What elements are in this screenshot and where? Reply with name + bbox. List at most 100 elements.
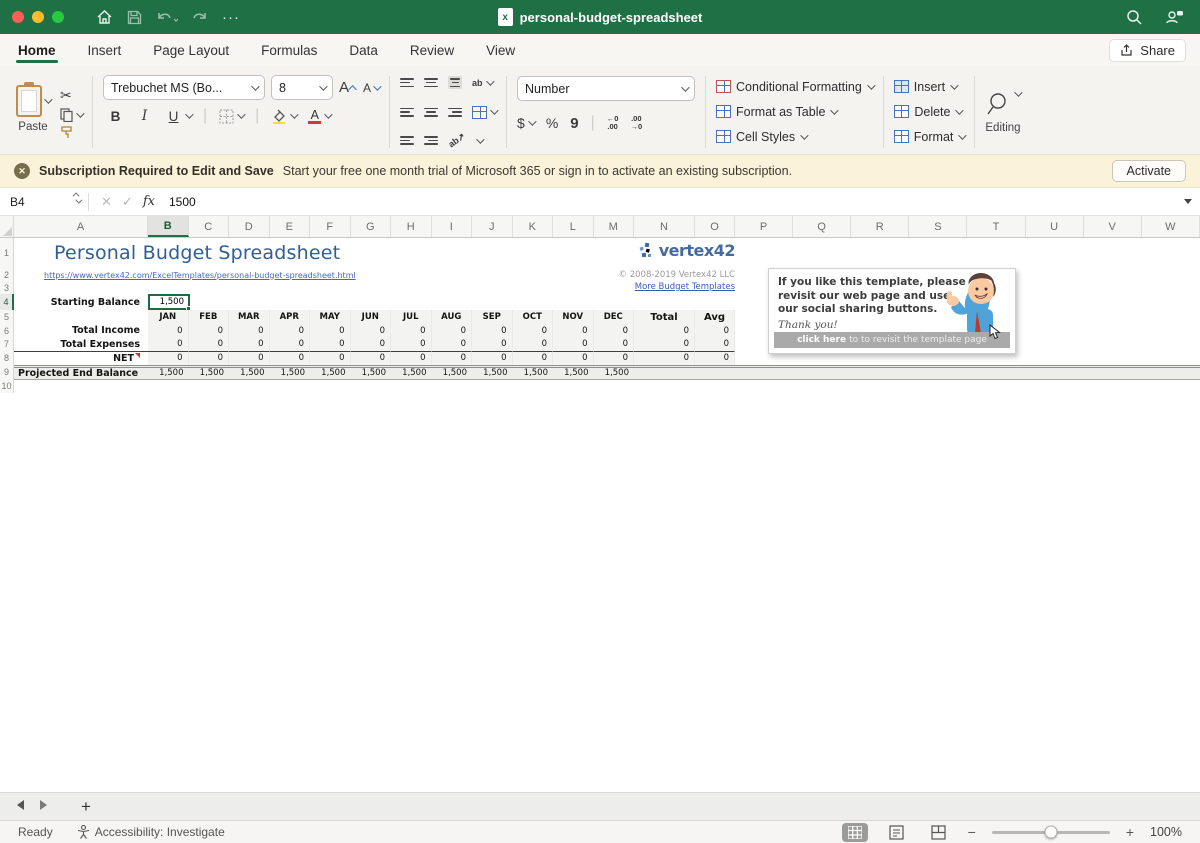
shrink-font-button[interactable]: A [363,75,379,100]
cell[interactable]: 0 [189,324,230,338]
zoom-in-button[interactable]: + [1126,824,1134,840]
cell[interactable]: 0 [189,351,230,365]
align-bottom-icon[interactable] [448,76,462,89]
vertex42-logo[interactable]: vertex42 [637,241,735,260]
home-icon[interactable] [96,9,113,25]
cell[interactable]: 0 [310,324,351,338]
tab-formulas[interactable]: Formulas [259,37,319,66]
conditional-formatting-button[interactable]: Conditional Formatting [716,76,873,97]
confirm-entry-icon[interactable]: ✓ [122,194,133,210]
formula-bar-expand-icon[interactable] [1184,199,1192,204]
cell[interactable]: 0 [270,324,311,338]
column-header[interactable]: E [270,216,311,237]
comma-format-button[interactable]: 9 [570,115,578,132]
cell[interactable]: 0 [513,351,554,365]
font-size-select[interactable]: 8 [271,75,333,100]
cell[interactable]: 1,500 [432,368,473,379]
column-header[interactable]: S [909,216,967,237]
cell[interactable]: 1,500 [229,368,270,379]
column-header[interactable]: K [513,216,554,237]
orientation-button[interactable]: ab↗ [447,131,468,150]
column-header[interactable]: J [472,216,513,237]
cell[interactable]: 0 [351,338,392,352]
align-left-icon[interactable] [400,108,414,117]
cell[interactable]: 0 [634,338,695,352]
cell[interactable]: 0 [594,351,635,365]
cell[interactable]: 1,500 [148,368,189,379]
tab-review[interactable]: Review [408,37,456,66]
cell[interactable]: 1,500 [270,368,311,379]
promo-click-bar[interactable]: click hereto to revisit the template pag… [774,332,1010,348]
format-painter-icon[interactable] [60,126,82,139]
column-header[interactable]: M [594,216,635,237]
cell[interactable]: 1,500 [553,368,594,379]
copy-icon[interactable] [60,108,82,122]
italic-button[interactable]: I [136,108,153,124]
cell[interactable]: 0 [391,351,432,365]
column-header[interactable]: P [735,216,793,237]
cell[interactable]: 0 [634,351,695,365]
cell[interactable]: 1,500 [594,368,635,379]
percent-format-button[interactable]: % [546,115,558,131]
align-top-icon[interactable] [400,78,414,87]
paste-button[interactable]: Paste [18,121,47,133]
cancel-entry-icon[interactable]: ✕ [101,194,112,210]
cell[interactable]: 0 [391,338,432,352]
merge-center-button[interactable] [472,106,496,119]
add-sheet-button[interactable]: + [64,793,108,820]
align-right-icon[interactable] [448,108,462,117]
name-box-stepper[interactable] [75,192,80,204]
borders-button[interactable] [219,109,243,124]
row-header[interactable]: 7 [0,338,14,352]
insert-function-icon[interactable]: fx [143,194,155,209]
share-button[interactable]: Share [1109,39,1186,62]
paste-icon[interactable] [16,85,42,117]
cell[interactable]: 0 [472,351,513,365]
bold-button[interactable]: B [107,109,124,124]
column-header[interactable]: C [189,216,230,237]
cell[interactable]: 0 [351,351,392,365]
cell[interactable]: 1,500 [189,368,230,379]
people-icon[interactable] [1165,9,1184,25]
cell[interactable]: 1,500 [472,368,513,379]
cell[interactable]: 0 [594,338,635,352]
close-window-button[interactable] [12,11,24,23]
name-box[interactable]: B4 [0,188,88,215]
zoom-out-button[interactable]: − [968,824,976,840]
fill-color-button[interactable] [271,109,296,124]
cell[interactable]: 0 [553,324,594,338]
row-header[interactable]: 8 [0,351,14,365]
increase-decimal-button[interactable]: ←0.00 [607,115,619,131]
cell[interactable]: 0 [270,338,311,352]
tab-view[interactable]: View [484,37,517,66]
decrease-decimal-button[interactable]: .00→0 [630,115,642,131]
currency-format-button[interactable]: $ [517,115,534,131]
cell[interactable]: 1,500 [351,368,392,379]
selected-cell-b4[interactable]: 1,500 [148,294,190,310]
cell[interactable]: 0 [695,351,735,365]
cell[interactable]: 0 [229,338,270,352]
cell[interactable]: 0 [310,338,351,352]
chevron-down-icon[interactable] [76,109,84,117]
font-color-button[interactable]: A [308,109,330,124]
tab-data[interactable]: Data [347,37,380,66]
decrease-indent-icon[interactable] [400,136,414,145]
row-header[interactable]: 4 [0,294,14,310]
row-header[interactable]: 9 [0,365,14,380]
tab-insert[interactable]: Insert [86,37,124,66]
cell[interactable]: 1,500 [513,368,554,379]
tab-home[interactable]: Home [16,37,58,66]
cell[interactable]: 0 [432,338,473,352]
row-header[interactable]: 10 [0,380,14,394]
cell[interactable]: 0 [695,338,735,352]
more-toolbar-icon[interactable]: ··· [222,9,240,26]
minimize-window-button[interactable] [32,11,44,23]
insert-cells-button[interactable]: Insert [894,76,965,97]
format-cells-button[interactable]: Format [894,126,965,147]
page-break-view-icon[interactable] [926,823,952,842]
column-header[interactable]: I [432,216,473,237]
cell[interactable]: 0 [310,351,351,365]
accessibility-status[interactable]: Accessibility: Investigate [77,825,225,839]
column-header[interactable]: N [634,216,695,237]
cell[interactable]: 0 [391,324,432,338]
